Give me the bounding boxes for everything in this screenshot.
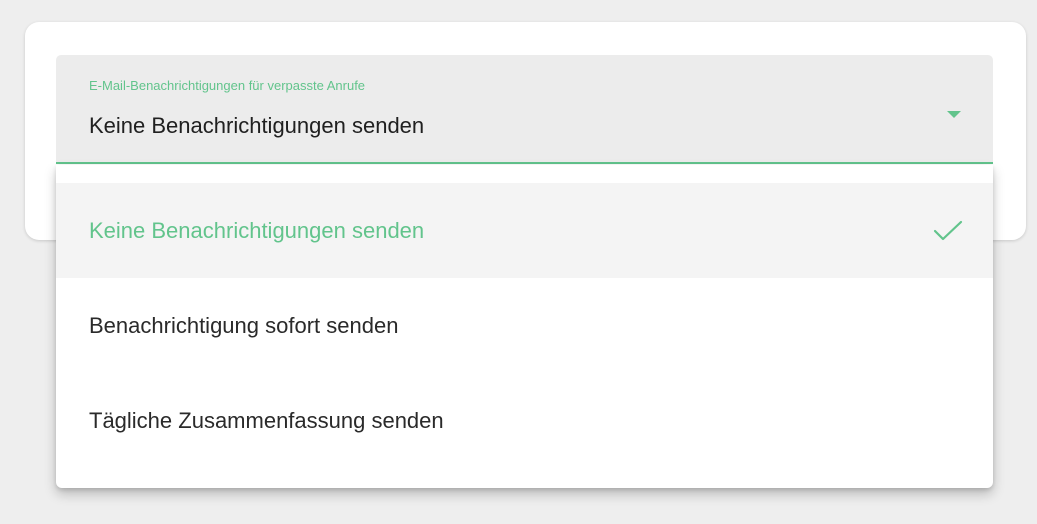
triangle-down-icon[interactable] [947, 111, 961, 118]
menu-option-no-notifications[interactable]: Keine Benachrichtigungen senden [56, 183, 993, 278]
missed-call-email-notification-select[interactable]: E-Mail-Benachrichtigungen für verpasste … [56, 55, 993, 164]
menu-option-label: Tägliche Zusammenfassung senden [89, 407, 444, 433]
menu-option-label: Benachrichtigung sofort senden [89, 312, 399, 338]
menu-option-label: Keine Benachrichtigungen senden [89, 217, 425, 243]
select-label: E-Mail-Benachrichtigungen für verpasste … [89, 78, 366, 93]
menu-option-immediate-notification[interactable]: Benachrichtigung sofort senden [56, 278, 993, 373]
select-current-value: Keine Benachrichtigungen senden [89, 113, 425, 138]
menu-option-daily-summary[interactable]: Tägliche Zusammenfassung senden [56, 373, 993, 468]
checkmark-icon [933, 220, 963, 242]
dropdown-menu: Keine Benachrichtigungen senden Benachri… [56, 165, 993, 488]
